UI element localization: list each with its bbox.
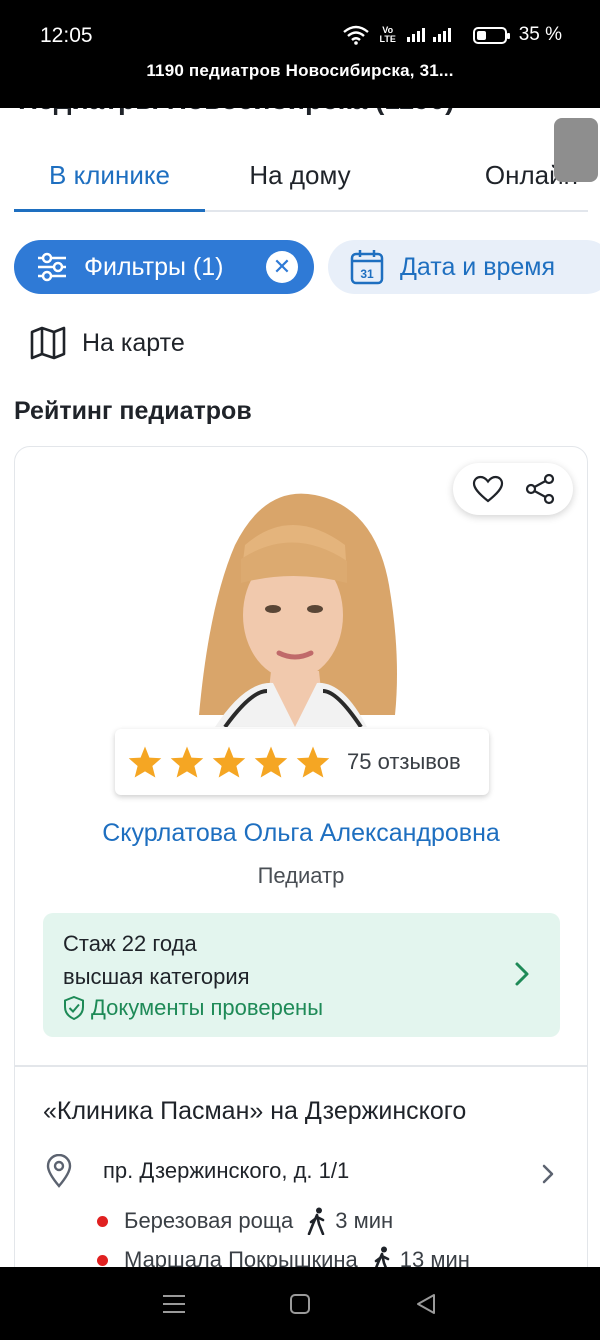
section-title: Рейтинг педиатров — [14, 397, 252, 425]
filter-icon — [38, 252, 66, 282]
system-nav-bar — [0, 1267, 600, 1340]
tab-at-home[interactable]: На дому — [205, 150, 395, 210]
star-icon — [128, 746, 162, 778]
heart-icon[interactable] — [472, 475, 504, 503]
tab-bar: В клинике На дому Онлайн — [14, 150, 588, 212]
star-icon — [212, 746, 246, 778]
clinic-name[interactable]: «Клиника Пасман» на Дзержинского — [43, 1097, 466, 1126]
battery-level: 35 % — [518, 24, 562, 45]
wifi-icon — [342, 25, 369, 45]
share-icon[interactable] — [525, 473, 555, 505]
chevron-right-icon — [542, 1164, 554, 1184]
volte-indicator: Vo LTE — [379, 25, 396, 44]
card-divider — [15, 1065, 587, 1067]
star-icon — [254, 746, 288, 778]
verified-row: Документы проверены — [63, 995, 323, 1021]
filters-label: Фильтры (1) — [84, 252, 224, 281]
walk-icon — [307, 1207, 325, 1235]
reviews-count: 75 отзывов — [347, 749, 461, 774]
clock: 12:05 — [40, 24, 93, 47]
close-icon[interactable]: ✕ — [266, 251, 298, 283]
metro-dot — [97, 1215, 108, 1227]
scrollbar-thumb[interactable] — [554, 118, 598, 182]
home-icon[interactable] — [289, 1293, 311, 1315]
experience-panel[interactable]: Стаж 22 года высшая категория Документы … — [43, 913, 560, 1037]
date-time-label: Дата и время — [400, 252, 556, 281]
back-icon[interactable] — [414, 1292, 438, 1316]
battery-icon — [472, 26, 510, 44]
star-icon — [170, 746, 204, 778]
metro-station: Березовая роща 3 мин — [97, 1205, 393, 1237]
card-actions — [453, 463, 573, 515]
clinic-address-row[interactable]: пр. Дзержинского, д. 1/1 — [45, 1153, 555, 1189]
metro-station-name: Березовая роща — [124, 1208, 294, 1233]
tab-in-clinic[interactable]: В клинике — [14, 150, 205, 212]
metro-walk-time: 3 мин — [335, 1208, 394, 1233]
doctor-specialty: Педиатр — [257, 863, 345, 888]
svg-text:31: 31 — [360, 267, 374, 281]
page-title-notification: 1190 педиатров Новосибирска, 31... — [146, 61, 454, 80]
rating-stars — [127, 745, 331, 779]
calendar-icon: 31 — [350, 250, 384, 285]
experience-text: Стаж 22 года — [63, 931, 197, 956]
category-text: высшая категория — [63, 964, 250, 989]
map-icon — [30, 326, 66, 360]
date-time-button[interactable]: 31 Дата и время — [328, 240, 600, 294]
filters-button[interactable]: Фильтры (1) ✕ — [14, 240, 314, 294]
doctor-name-link[interactable]: Скурлатова Ольга Александровна — [15, 819, 587, 848]
rating-badge[interactable]: 75 отзывов — [115, 729, 489, 795]
clinic-address: пр. Дзержинского, д. 1/1 — [103, 1158, 350, 1183]
map-link[interactable]: На карте — [30, 326, 185, 360]
menu-icon[interactable] — [162, 1293, 186, 1315]
doctor-photo[interactable] — [175, 485, 407, 727]
verified-text: Документы проверены — [91, 995, 324, 1020]
map-label: На карте — [82, 328, 185, 357]
shield-check-icon — [64, 996, 84, 1020]
doctor-card[interactable]: 75 отзывов Скурлатова Ольга Александровн… — [14, 446, 588, 1340]
status-bar: 12:05 Vo LTE 35 % 1190 педиатров Новосиб… — [0, 0, 600, 108]
chevron-right-icon — [515, 962, 529, 986]
location-pin-icon — [46, 1154, 72, 1188]
signal-icon — [406, 28, 425, 42]
star-icon — [296, 746, 330, 778]
signal-icon — [432, 28, 451, 42]
metro-dot — [97, 1254, 108, 1266]
status-icons: Vo LTE 35 % — [342, 24, 562, 46]
